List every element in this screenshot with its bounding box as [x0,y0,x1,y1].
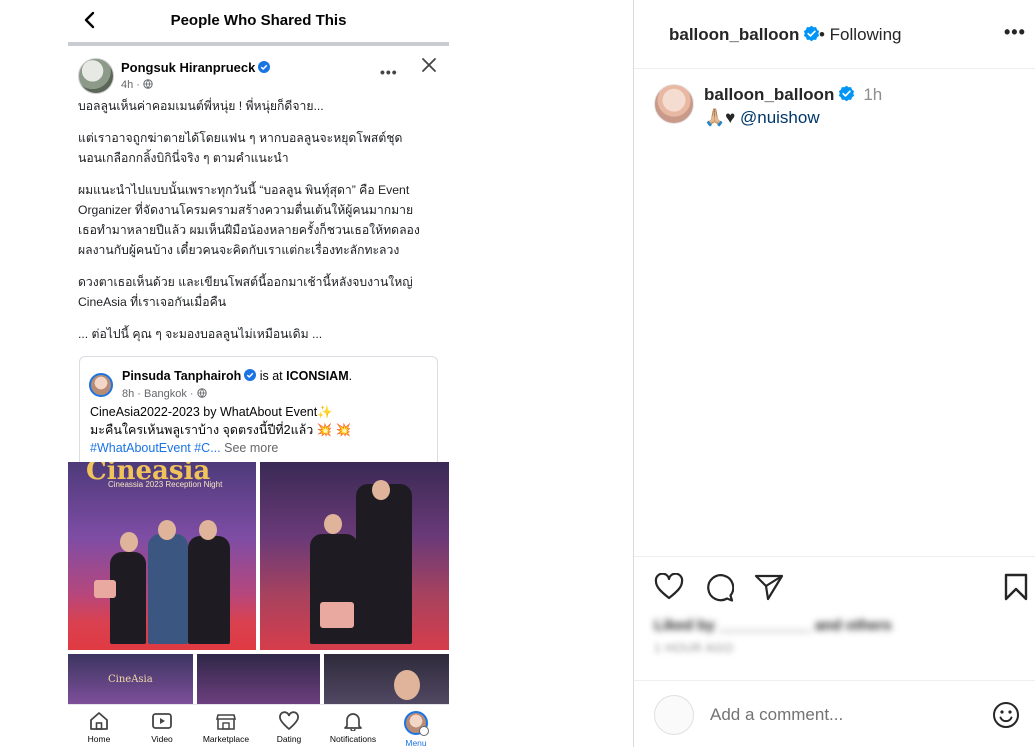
post-text: บอลลูนเห็นค่าคอมเมนต์พี่หนุ่ย ! พี่หนุ่ย… [78,96,443,356]
marketplace-icon [215,714,237,730]
verified-badge-icon [839,85,855,102]
post-header: balloon_balloon • Following ••• [634,0,1035,69]
nav-menu: Menu [385,711,447,747]
menu-avatar-icon [404,711,429,736]
hashtags: #WhatAboutEvent #C... [90,441,221,455]
comment-box [634,680,1035,747]
event-photo [260,462,449,650]
header-username[interactable]: balloon_balloon [669,25,820,45]
comment-icon[interactable] [704,573,734,603]
action-bar [634,556,1035,616]
nav-dating: Dating [258,711,320,744]
verified-badge-icon [258,61,271,73]
post-meta: 4h · [121,79,153,91]
post-paragraph: ดวงตาเธอเห็นด้วย และเขียนโพสต์นี้ออกมาเช… [78,275,413,309]
nav-home: Home [68,711,130,744]
close-icon [422,58,436,72]
nav-marketplace: Marketplace [195,711,257,744]
event-photo: Cineasia Cineassia 2023 Reception Night [68,462,256,650]
nav-video: Video [131,711,193,744]
current-user-avatar [654,695,694,735]
post-sidebar: balloon_balloon • Following ••• balloon_… [634,0,1035,747]
caption-time[interactable]: 1h [863,85,882,104]
facebook-screenshot: People Who Shared This Pongsuk Hiranprue… [68,0,449,747]
video-icon [152,713,172,729]
globe-icon [196,388,207,398]
save-bookmark-icon[interactable] [1004,573,1028,601]
like-heart-icon[interactable] [654,573,684,601]
caption-header: balloon_balloon 1h [704,85,882,105]
event-photo [324,654,449,704]
caption-avatar[interactable] [654,84,694,124]
globe-icon [143,79,153,89]
dating-icon [279,711,299,731]
app-window: People Who Shared This Pongsuk Hiranprue… [0,0,1035,747]
post-paragraph: ผมแนะนำไปแบบนั้นเพราะทุกวันนี้ “บอลลูน พ… [78,183,420,257]
shared-post-card: Pinsuda Tanphairoh is at ICONSIAM. 8h · … [79,356,438,462]
home-icon [90,712,108,730]
caption-username[interactable]: balloon_balloon [704,85,834,104]
event-photo [197,654,320,704]
shared-post-text: CineAsia2022-2023 by WhatAbout Event✨ มะ… [90,405,352,455]
emoji-icon[interactable] [992,701,1020,729]
nav-notifications: Notifications [322,711,384,744]
verified-badge-icon [804,25,820,42]
share-dialog-title: People Who Shared This [170,12,347,29]
shared-post-meta: 8h · Bangkok · [122,388,207,400]
following-button[interactable]: • Following [819,25,902,45]
bell-icon [344,713,362,731]
post-paragraph: ... ต่อไปนี้ คุณ ๆ จะมองบอลลูนไม่เหมือนเ… [78,327,323,341]
caption-text: 🙏🏼♥ @nuishow [704,108,820,127]
author-avatar [78,58,114,94]
shared-author-line: Pinsuda Tanphairoh is at ICONSIAM. [122,369,353,383]
post-image-pane[interactable]: People Who Shared This Pongsuk Hiranprue… [0,0,633,747]
post-time-ago[interactable]: 1 HOUR AGO [654,641,734,655]
more-options-button[interactable]: ••• [1004,22,1026,43]
share-send-icon[interactable] [754,573,784,601]
comment-input[interactable] [710,705,980,725]
see-more-link: See more [220,441,279,455]
author-name: Pongsuk Hiranprueck [121,60,271,75]
post-paragraph: แต่เราอาจถูกฆ่าตายได้โดยแฟน ๆ หากบอลลูนจ… [78,131,403,165]
likes-count[interactable]: Liked by ___________ and others [654,617,892,634]
event-photo: CineAsia [68,654,193,704]
post-header: Pongsuk Hiranprueck 4h · ••• [68,46,449,98]
share-dialog-header: People Who Shared This [68,0,449,42]
mention-link[interactable]: @nuishow [740,108,820,127]
post-more-button: ••• [380,64,398,80]
post-paragraph: บอลลูนเห็นค่าคอมเมนต์พี่หนุ่ย ! พี่หนุ่ย… [78,99,324,113]
facebook-bottom-nav: Home Video Marketplace Dating Notificati… [68,704,449,747]
verified-badge-icon [244,369,257,381]
shared-author-avatar [89,373,113,397]
